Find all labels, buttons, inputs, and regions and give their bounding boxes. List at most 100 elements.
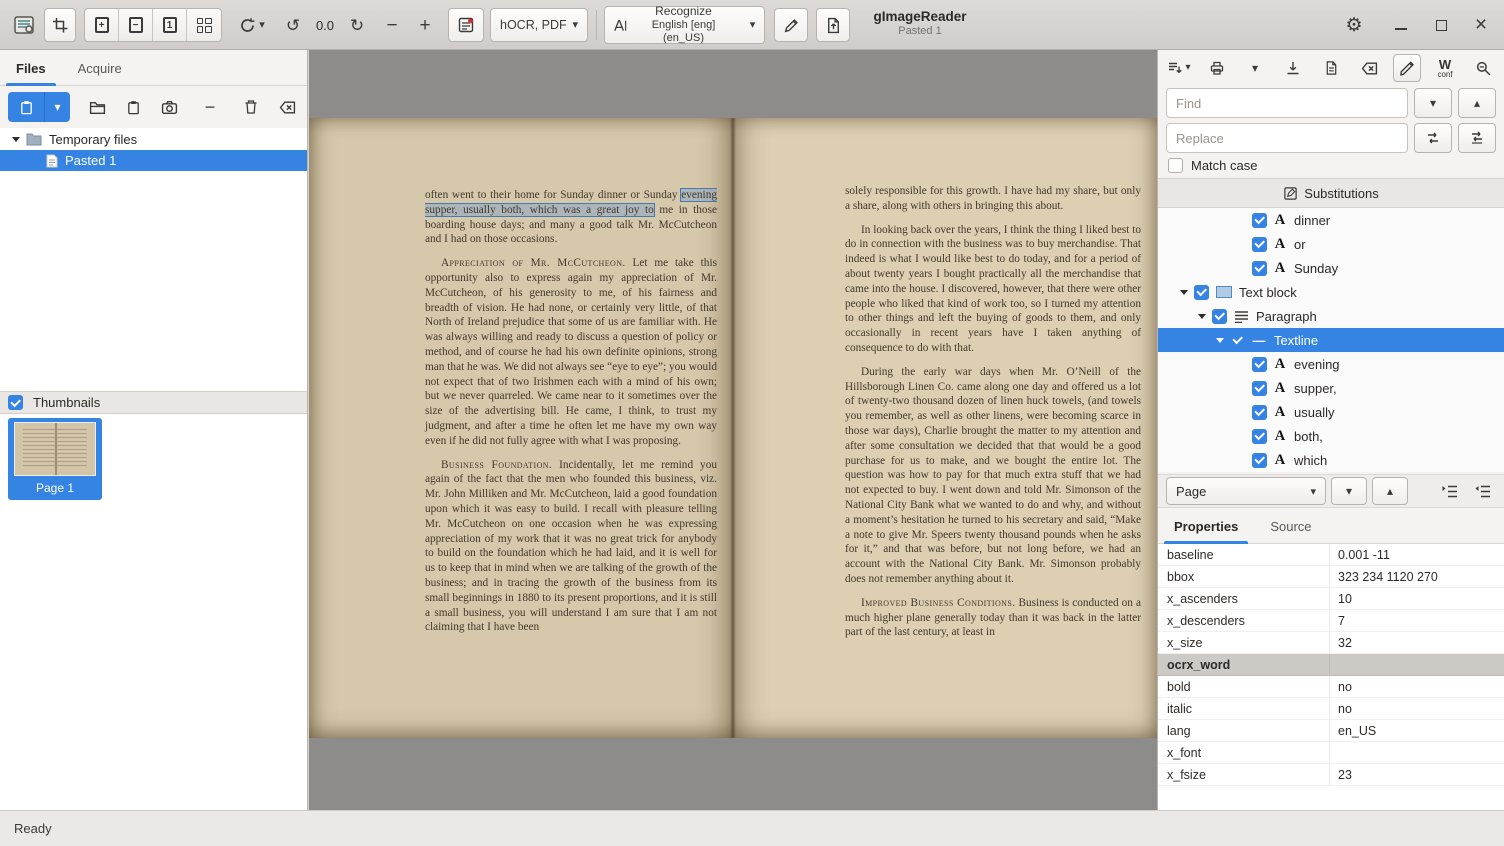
open-output-dropdown-button[interactable]: ▾ bbox=[1241, 54, 1269, 82]
property-row[interactable]: x_fsize 23 bbox=[1158, 764, 1504, 786]
preview-highlight-toggle[interactable] bbox=[1393, 54, 1421, 82]
delete-file-button[interactable] bbox=[236, 92, 266, 122]
property-key: lang bbox=[1158, 720, 1330, 741]
word-checkbox[interactable] bbox=[1252, 429, 1267, 444]
previous-item-button[interactable]: ▴ bbox=[1372, 477, 1408, 505]
substitutions-button[interactable]: Substitutions bbox=[1283, 186, 1378, 201]
property-row[interactable]: x_size 32 bbox=[1158, 632, 1504, 654]
word-checkbox[interactable] bbox=[1252, 213, 1267, 228]
rotate-mode-button[interactable]: ▾ bbox=[230, 8, 274, 42]
tab-properties[interactable]: Properties bbox=[1158, 508, 1254, 544]
expander-icon[interactable] bbox=[1216, 338, 1224, 343]
open-output-button[interactable] bbox=[1203, 54, 1231, 82]
edit-output-button[interactable] bbox=[774, 8, 808, 42]
word-checkbox[interactable] bbox=[1252, 357, 1267, 372]
expander-icon[interactable] bbox=[12, 137, 20, 142]
next-item-button[interactable]: ▾ bbox=[1331, 477, 1367, 505]
block-checkbox[interactable] bbox=[1194, 285, 1209, 300]
textline-checkbox[interactable] bbox=[1230, 333, 1245, 348]
tree-row-word[interactable]: A or bbox=[1158, 232, 1504, 256]
minimize-button[interactable] bbox=[1384, 8, 1418, 42]
zoom-in-button[interactable]: + bbox=[410, 8, 440, 42]
tree-row-word[interactable]: A usually bbox=[1158, 400, 1504, 424]
remove-page-button[interactable]: − bbox=[119, 9, 153, 41]
save-output-button[interactable] bbox=[1279, 54, 1307, 82]
tree-row-pasted-file[interactable]: Pasted 1 bbox=[0, 150, 307, 171]
word-checkbox[interactable] bbox=[1252, 381, 1267, 396]
export-output-button[interactable] bbox=[1317, 54, 1345, 82]
clear-output-button[interactable] bbox=[1355, 54, 1383, 82]
property-row[interactable]: bold no bbox=[1158, 676, 1504, 698]
word-checkbox[interactable] bbox=[1252, 261, 1267, 276]
replace-input[interactable] bbox=[1166, 123, 1408, 153]
find-previous-button[interactable]: ▴ bbox=[1458, 88, 1496, 118]
paste-dropdown-button[interactable]: ▾ bbox=[44, 92, 70, 122]
rotate-right-button[interactable]: ↻ bbox=[344, 8, 370, 42]
tree-row-word[interactable]: A dinner bbox=[1158, 208, 1504, 232]
paragraph-checkbox[interactable] bbox=[1212, 309, 1227, 324]
ocr-output-mode-combo[interactable]: hOCR, PDF ▾ bbox=[490, 8, 588, 42]
expander-icon[interactable] bbox=[1180, 290, 1188, 295]
match-case-checkbox[interactable] bbox=[1168, 158, 1183, 173]
clear-all-button[interactable] bbox=[272, 92, 302, 122]
add-page-button[interactable]: + bbox=[85, 9, 119, 41]
replace-button[interactable] bbox=[1414, 123, 1452, 153]
property-row[interactable]: italic no bbox=[1158, 698, 1504, 720]
tree-row-word[interactable]: A evening bbox=[1158, 352, 1504, 376]
tree-row-text-block[interactable]: Text block bbox=[1158, 280, 1504, 304]
close-button[interactable]: × bbox=[1464, 8, 1498, 42]
clipboard-button[interactable] bbox=[118, 92, 148, 122]
property-row[interactable]: x_font bbox=[1158, 742, 1504, 764]
tree-row-paragraph[interactable]: Paragraph bbox=[1158, 304, 1504, 328]
maximize-button[interactable] bbox=[1424, 8, 1458, 42]
remove-file-button[interactable]: − bbox=[196, 92, 224, 122]
recognize-dropdown-button[interactable]: ▾ bbox=[741, 6, 765, 44]
page-selector-combo[interactable]: Page ▾ bbox=[1166, 477, 1326, 505]
tab-files[interactable]: Files bbox=[0, 50, 62, 86]
ocr-marker-button[interactable] bbox=[448, 8, 484, 42]
property-row[interactable]: x_ascenders 10 bbox=[1158, 588, 1504, 610]
expander-icon[interactable] bbox=[1198, 314, 1206, 319]
book-paragraph: In looking back over the years, I think … bbox=[845, 223, 1141, 356]
search-replace-icon bbox=[1475, 60, 1492, 77]
tree-row-word[interactable]: A supper, bbox=[1158, 376, 1504, 400]
word-checkbox[interactable] bbox=[1252, 405, 1267, 420]
select-area-button[interactable] bbox=[44, 8, 76, 42]
tab-acquire[interactable]: Acquire bbox=[62, 50, 138, 86]
tab-source[interactable]: Source bbox=[1254, 508, 1327, 544]
thumbnails-checkbox[interactable] bbox=[8, 395, 23, 410]
open-file-button[interactable] bbox=[82, 92, 112, 122]
find-next-button[interactable]: ▾ bbox=[1414, 88, 1452, 118]
tree-row-word[interactable]: A both, bbox=[1158, 424, 1504, 448]
word-confidence-toggle[interactable]: W conf bbox=[1431, 54, 1459, 82]
collapse-all-button[interactable] bbox=[1468, 477, 1496, 505]
property-row[interactable]: baseline 0.001 -11 bbox=[1158, 544, 1504, 566]
screenshot-button[interactable] bbox=[154, 92, 184, 122]
app-icon bbox=[8, 8, 40, 42]
thumbnail-page-1[interactable]: Page 1 bbox=[8, 418, 102, 500]
rotate-left-button[interactable]: ↺ bbox=[280, 8, 306, 42]
find-input[interactable] bbox=[1166, 88, 1408, 118]
tree-row-textline[interactable]: — Textline bbox=[1158, 328, 1504, 352]
paste-button[interactable] bbox=[8, 92, 44, 122]
word-checkbox[interactable] bbox=[1252, 237, 1267, 252]
replace-all-button[interactable] bbox=[1458, 123, 1496, 153]
word-checkbox[interactable] bbox=[1252, 453, 1267, 468]
recognize-button[interactable]: Recognize English [eng] (en_US) bbox=[604, 6, 742, 44]
expand-all-button[interactable] bbox=[1435, 477, 1463, 505]
property-row[interactable]: lang en_US bbox=[1158, 720, 1504, 742]
tree-row-word[interactable]: A which bbox=[1158, 448, 1504, 472]
document-canvas[interactable]: often went to their home for Sunday dinn… bbox=[309, 50, 1157, 810]
property-row[interactable]: x_descenders 7 bbox=[1158, 610, 1504, 632]
single-page-button[interactable]: 1 bbox=[153, 9, 187, 41]
rotation-angle-value[interactable]: 0.0 bbox=[308, 8, 342, 42]
find-replace-toggle[interactable] bbox=[1469, 54, 1497, 82]
scanned-book-image[interactable]: often went to their home for Sunday dinn… bbox=[309, 118, 1157, 738]
zoom-out-button[interactable]: − bbox=[378, 8, 406, 42]
tree-row-word[interactable]: A Sunday bbox=[1158, 256, 1504, 280]
property-row[interactable]: bbox 323 234 1120 270 bbox=[1158, 566, 1504, 588]
insert-mode-button[interactable]: ▾ bbox=[1165, 54, 1193, 82]
grid-pages-button[interactable] bbox=[187, 9, 221, 41]
settings-gear-button[interactable]: ⚙ bbox=[1338, 8, 1370, 42]
tree-row-temporary-files[interactable]: Temporary files bbox=[0, 128, 307, 150]
